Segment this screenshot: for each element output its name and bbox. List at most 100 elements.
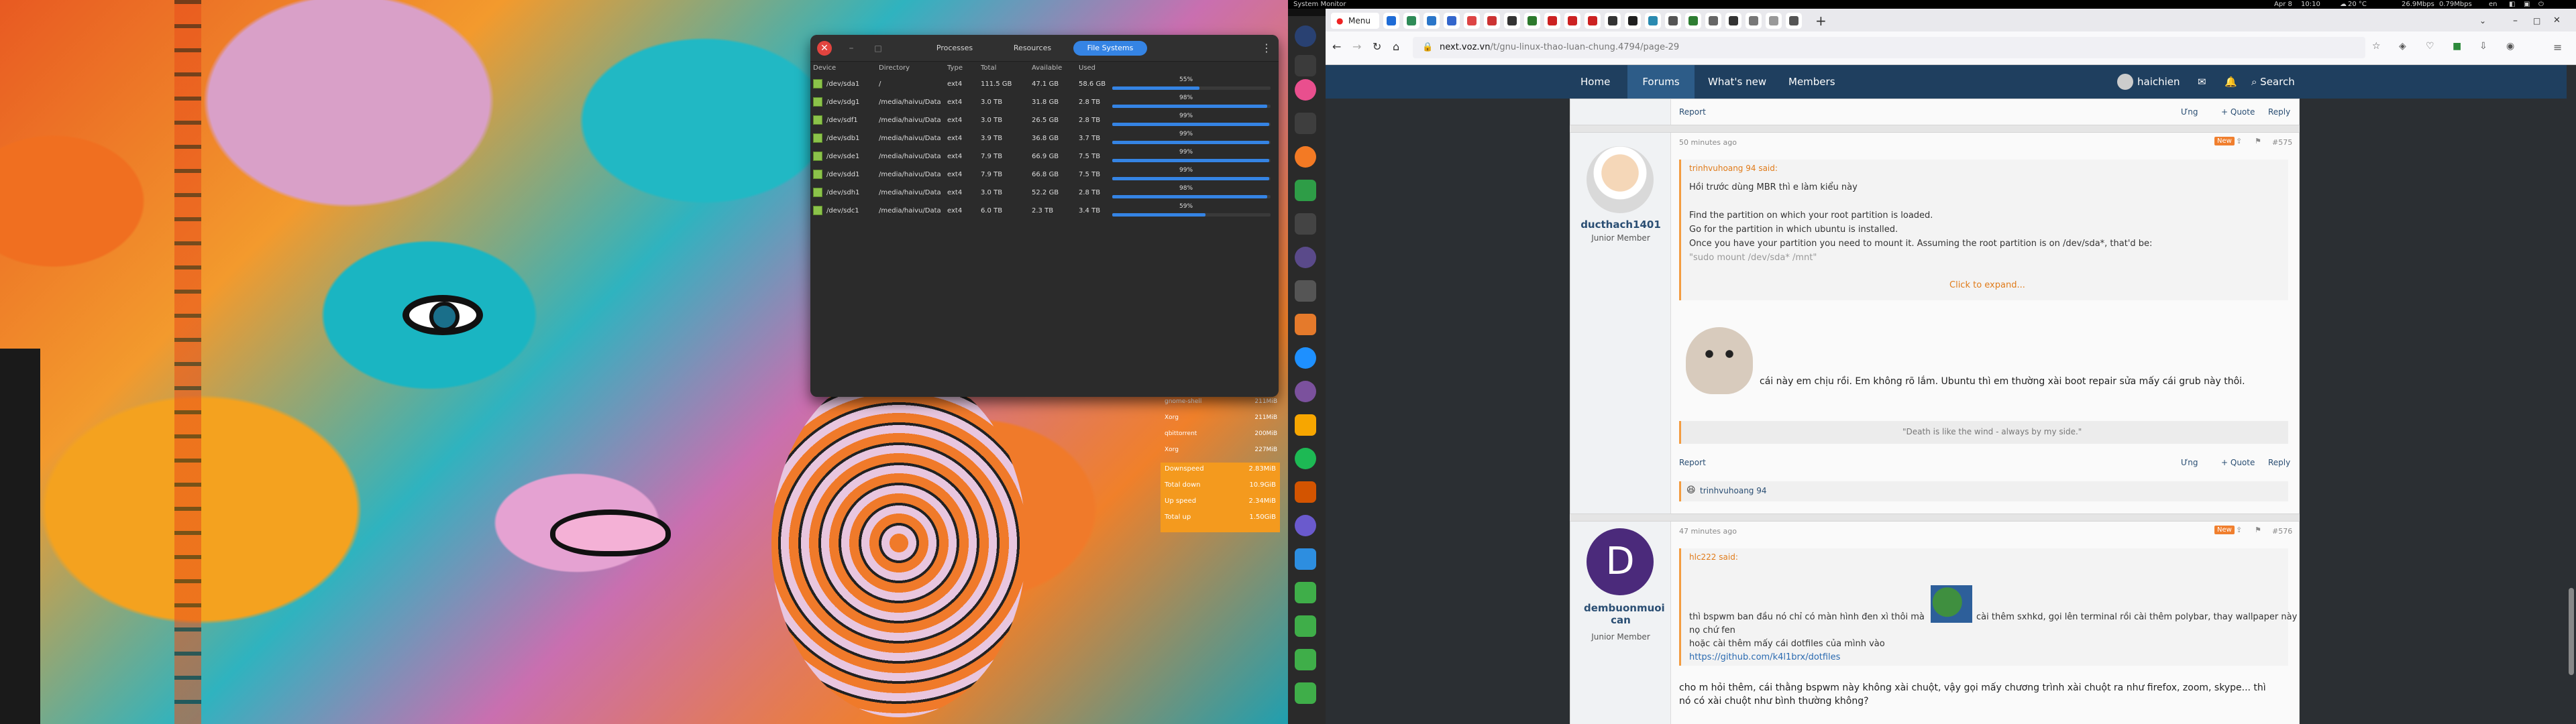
pinned-tab[interactable] <box>1403 13 1419 29</box>
blender-icon[interactable] <box>1295 146 1316 168</box>
reaction-user[interactable]: trinhvuhoang 94 <box>1700 486 1767 495</box>
pinned-tab[interactable] <box>1665 13 1681 29</box>
power-icon[interactable]: ⏻ <box>2538 0 2544 9</box>
fs-row[interactable]: /dev/sdh1/media/haivu/Data ext4 3.0 TB 52.2… <box>810 184 1279 202</box>
minimize-icon[interactable]: – <box>844 41 859 56</box>
tab-resources[interactable]: Resources <box>996 41 1069 56</box>
column-header-directory[interactable]: Directory <box>879 64 910 72</box>
app-icon-purple[interactable] <box>1295 247 1316 268</box>
notes-icon[interactable] <box>1295 414 1316 436</box>
pinned-tab[interactable] <box>1484 13 1500 29</box>
pinned-tab[interactable] <box>1746 13 1762 29</box>
pinned-tab[interactable] <box>1383 13 1399 29</box>
maximize-icon[interactable]: □ <box>2533 13 2549 29</box>
minimize-icon[interactable]: – <box>2513 13 2529 29</box>
fs-row[interactable]: /dev/sdg1/media/haivu/Data ext4 3.0 TB 31.8… <box>810 93 1279 111</box>
pinned-tab[interactable] <box>1685 13 1701 29</box>
like-button[interactable]: Ưng <box>2181 107 2198 117</box>
nav-search[interactable]: ⌕ Search <box>2251 65 2295 99</box>
spotify-icon[interactable] <box>1295 448 1316 469</box>
weather-temp[interactable]: 20 °C <box>2348 0 2367 9</box>
clock[interactable]: 10:10 <box>2301 0 2320 9</box>
dotfiles-link[interactable]: https://github.com/k4l1brx/dotfiles <box>1689 652 1840 662</box>
list-tabs-icon[interactable]: ⌄ <box>2479 13 2496 29</box>
like-button[interactable]: Ưng <box>2181 458 2198 467</box>
column-header-used[interactable]: Used <box>1079 64 1095 72</box>
share-icon[interactable]: ⇪ <box>2236 137 2242 145</box>
fs-row[interactable]: /dev/sdd1/media/haivu/Data ext4 7.9 TB 66.8… <box>810 166 1279 184</box>
fs-row[interactable]: /dev/sdb1/media/haivu/Data ext4 3.9 TB 36.8… <box>810 129 1279 147</box>
pinned-tab[interactable] <box>1504 13 1520 29</box>
quote-header[interactable]: hlc222 said: <box>1689 552 1738 562</box>
scrollbar-thumb[interactable] <box>2569 588 2574 675</box>
share-icon[interactable]: ⇪ <box>2236 526 2242 534</box>
files-icon[interactable] <box>1295 548 1316 570</box>
nav-members[interactable]: Members <box>1788 65 1835 99</box>
report-link[interactable]: Report <box>1679 458 1706 467</box>
pinned-tab[interactable] <box>1464 13 1480 29</box>
pinned-tab[interactable] <box>1705 13 1721 29</box>
close-icon[interactable]: ✕ <box>2553 13 2569 29</box>
tab-file-systems[interactable]: File Systems <box>1073 41 1147 56</box>
post-time[interactable]: 47 minutes ago <box>1679 527 1737 536</box>
fedora-icon[interactable] <box>1295 25 1316 47</box>
pinned-tab[interactable] <box>1524 13 1540 29</box>
avatar[interactable]: D <box>1587 528 1654 595</box>
post-time[interactable]: 50 minutes ago <box>1679 138 1737 147</box>
pinned-tab[interactable] <box>1625 13 1641 29</box>
pinned-tab[interactable] <box>1564 13 1580 29</box>
extension-icon[interactable]: ■ <box>2453 41 2461 52</box>
app-icon-green-4[interactable] <box>1295 649 1316 670</box>
app-icon-silver[interactable] <box>1295 280 1316 302</box>
app-icon-green-5[interactable] <box>1295 682 1316 704</box>
pinned-tab[interactable] <box>1444 13 1460 29</box>
kebab-menu-icon[interactable]: ⋮ <box>1261 42 1272 55</box>
rss-icon[interactable] <box>1295 314 1316 335</box>
hamburger-menu-icon[interactable]: ≡ <box>2553 41 2562 54</box>
app-icon-violet[interactable] <box>1295 515 1316 536</box>
pinned-tab[interactable] <box>1544 13 1560 29</box>
reload-icon[interactable]: ↻ <box>1373 40 1381 53</box>
skype-icon[interactable] <box>1295 347 1316 369</box>
shield-icon[interactable]: ◈ <box>2399 41 2406 52</box>
bookmark-icon[interactable]: ⚑ <box>2255 526 2261 534</box>
pinned-tab[interactable] <box>1424 13 1440 29</box>
input-language[interactable]: en <box>2489 0 2498 9</box>
downloads-icon[interactable]: ⇩ <box>2479 41 2487 52</box>
account-icon[interactable]: ◉ <box>2506 41 2514 52</box>
lock-icon[interactable]: 🔒 <box>1422 37 1433 58</box>
bookmark-icon[interactable]: ⚑ <box>2255 137 2261 145</box>
app-icon-green-2[interactable] <box>1295 582 1316 603</box>
page-scrollbar[interactable] <box>2567 65 2576 724</box>
active-app-name[interactable]: System Monitor <box>1293 0 1346 9</box>
pinned-tab[interactable] <box>1585 13 1601 29</box>
column-header-type[interactable]: Type <box>947 64 963 72</box>
nav-home[interactable]: Home <box>1580 65 1610 99</box>
report-link[interactable]: Report <box>1679 107 1706 117</box>
bookmark-star-icon[interactable]: ☆ <box>2372 41 2381 52</box>
new-tab-icon[interactable]: + <box>1815 13 1831 29</box>
url-bar[interactable]: 🔒 next.voz.vn/t/gnu-linux-thao-luan-chun… <box>1413 37 2365 58</box>
avatar[interactable] <box>1587 146 1654 213</box>
app-icon-dark[interactable] <box>1295 113 1316 134</box>
reply-button[interactable]: Reply <box>2268 107 2290 117</box>
volume-icon[interactable]: ◧ <box>2509 0 2515 9</box>
reaction-emoji-icon[interactable]: 😆 <box>1686 485 1696 495</box>
post-author-name[interactable]: ducthach1401 <box>1570 219 1671 231</box>
pinned-tab[interactable] <box>1605 13 1621 29</box>
nav-whats-new[interactable]: What's new <box>1708 65 1766 99</box>
nav-username[interactable]: haichien <box>2137 65 2180 99</box>
app-icon-green[interactable] <box>1295 180 1316 201</box>
fs-row[interactable]: /dev/sdc1/media/haivu/Data ext4 6.0 TB 2.3 … <box>810 202 1279 220</box>
fs-row[interactable]: /dev/sda1 / ext4 111.5 GB 47.1 GB 58.6 GB 55% <box>810 75 1279 93</box>
terminal-icon[interactable] <box>1295 55 1316 76</box>
pinned-tab[interactable] <box>1645 13 1661 29</box>
inbox-icon[interactable]: ✉ <box>2198 65 2206 99</box>
column-header-device[interactable]: Device <box>813 64 836 72</box>
post-number[interactable]: #576 <box>2272 527 2292 536</box>
app-icon-gray[interactable] <box>1295 213 1316 235</box>
post-author-name[interactable]: dembuonmuoi can <box>1570 602 1671 626</box>
pocket-save-icon[interactable]: ♡ <box>2426 41 2434 52</box>
quote-button[interactable]: + Quote <box>2221 458 2255 467</box>
close-icon[interactable]: ✕ <box>817 41 832 56</box>
